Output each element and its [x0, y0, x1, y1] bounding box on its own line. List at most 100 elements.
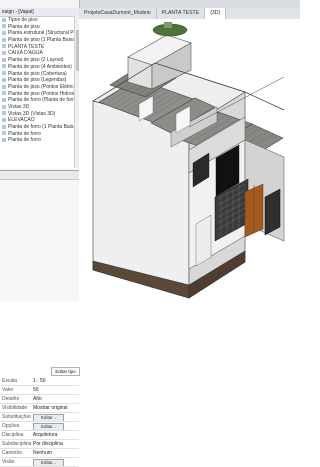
property-value[interactable]: Editar... [31, 413, 79, 421]
property-row: Escala 1 : 50 [0, 377, 79, 386]
property-value: Mostrar original [33, 405, 68, 411]
tree-item-label: Planta de forro (1 Planta Baixa) [8, 124, 78, 130]
tab-planta-teste[interactable]: PLANTA TESTE [157, 8, 206, 19]
properties-rows: Escala 1 : 50 Valor 50 Detalhe Alto Visibilida… [0, 377, 79, 467]
tree-item[interactable]: Planta de piso (2 Layout) [0, 57, 79, 64]
property-row: Visão Editar... [0, 458, 79, 467]
tree-item-label: Planta estrutural (Structural Plan) [8, 30, 79, 37]
tree-item-label: CAIXA D'ÁGUA [8, 50, 43, 57]
property-key: Valor [2, 387, 14, 393]
tree-item[interactable]: Planta de piso (Cobertura) [0, 71, 79, 78]
tab-3d[interactable]: {3D} [205, 8, 227, 19]
edit-button[interactable]: Editar... [33, 414, 65, 421]
view-icon [2, 84, 6, 89]
view-icon [2, 31, 6, 36]
tree-item-label: ELEVAÇÃO [8, 117, 35, 124]
tree-item-label: Planta de piso (Pontos Hidrossanitários) [8, 90, 79, 97]
tree-item[interactable]: Planta de piso (Pontos Elétricos) [0, 84, 79, 91]
tree-item-label: Planta de piso (Cobertura) [8, 70, 67, 77]
tree-item[interactable]: Planta de forro [0, 137, 79, 144]
property-row: Subdisciplina Por disciplina [0, 440, 79, 449]
tree-item[interactable]: Planta de piso (Legendas) [0, 77, 79, 84]
property-value: 1 : 50 [33, 378, 46, 384]
project-browser-tree[interactable]: Tipos de piso Planta de piso Planta estrut… [0, 17, 79, 169]
property-key: Visão [2, 459, 15, 465]
view-icon [2, 51, 6, 56]
tree-item-label: Tipos de piso [8, 17, 38, 23]
property-key: Escala [2, 378, 18, 384]
tree-item-label: Planta de forro [8, 130, 41, 137]
tree-item[interactable]: CAIXA D'ÁGUA [0, 50, 79, 57]
tree-item[interactable]: Vistas 3D (Vistas 3D) [0, 111, 79, 118]
view-icon [2, 104, 6, 109]
tree-item[interactable]: Planta de piso [0, 24, 79, 31]
property-row: Opções Editar... [0, 422, 79, 431]
view-icon [2, 124, 6, 129]
property-value: Por disciplina [33, 441, 63, 447]
view-icon [2, 138, 6, 143]
property-value[interactable]: Editar... [31, 422, 79, 430]
view-icon [2, 71, 6, 76]
property-value: Arquitetura [33, 432, 58, 438]
tree-item-label: Planta de piso (Legendas) [8, 77, 67, 84]
tree-item[interactable]: PLANTA TESTE [0, 44, 79, 51]
tree-item[interactable]: Tipos de piso [0, 17, 79, 24]
tree-item[interactable]: Planta de forro [0, 131, 79, 138]
view-icon [2, 77, 6, 82]
view-icon [2, 17, 6, 22]
view-icon [2, 44, 6, 49]
tree-item[interactable]: Vistas 3D [0, 104, 79, 111]
property-key: Disciplina [2, 432, 24, 438]
tree-item[interactable]: Planta de piso (4 Ambientes) [0, 64, 79, 71]
tree-item[interactable]: Planta de forro (Planta de forro) [0, 97, 79, 104]
tree-item-label: PLANTA TESTE [8, 43, 45, 50]
tree-item-label: Planta de piso (2 Layout) [8, 57, 64, 64]
property-row: Caminho Nenhum [0, 449, 79, 458]
tree-item[interactable]: Planta de forro (1 Planta Baixa) [0, 124, 79, 131]
tree-item-label: Planta de forro (Planta de forro) [8, 97, 79, 104]
tree-item-label: Planta de piso [8, 23, 40, 30]
property-key: Caminho [2, 450, 23, 456]
tab-project[interactable]: ProjetoCasaDumont_Modelo [79, 8, 157, 19]
tree-item-label: Planta de piso (Pontos Elétricos) [8, 83, 79, 90]
property-key: Subdisciplina [2, 441, 31, 447]
tree-item-label: Planta de forro [8, 137, 41, 144]
edit-type-button[interactable]: Editar tipo [51, 367, 80, 376]
property-value: 50 [33, 387, 39, 393]
tree-item-label: Planta de piso (4 Ambientes) [8, 63, 72, 70]
property-key: Opções [2, 423, 20, 429]
edit-button[interactable]: Editar... [33, 423, 65, 430]
tree-item-label: Vistas 3D [8, 103, 30, 110]
properties-panel: Editar tipo Escala 1 : 50 Valor 50 Detalhe Al… [0, 170, 80, 467]
properties-header [0, 171, 79, 180]
view-icon [2, 64, 6, 69]
property-row: Detalhe Alto [0, 395, 79, 404]
property-key: Visibilidade [2, 405, 28, 411]
edit-button[interactable]: Editar... [33, 459, 65, 466]
property-key: Substituições [2, 414, 31, 420]
window-title: esign - [Vapai] [2, 9, 34, 15]
view-icon [2, 24, 6, 29]
view-icon [2, 97, 6, 102]
property-row: Substituições Editar... [0, 413, 79, 422]
tree-item-label: Vistas 3D (Vistas 3D) [8, 110, 56, 117]
view-icon [2, 57, 6, 62]
view-icon [2, 131, 6, 136]
tree-item[interactable]: Planta estrutural (Structural Plan) [0, 30, 79, 37]
property-row: Visibilidade Mostrar original [0, 404, 79, 413]
tree-item[interactable]: Planta de piso (Pontos Hidrossanitários) [0, 91, 79, 98]
project-browser-header: esign - [Vapai] [0, 8, 79, 17]
property-row: Disciplina Arquitetura [0, 431, 79, 440]
tree-item-label: Planta de piso (1 Planta Baixa) [8, 37, 77, 44]
tree-item[interactable]: ELEVAÇÃO [0, 117, 79, 124]
view-icon [2, 117, 6, 122]
house-model-3d [92, 22, 285, 299]
view-icon [2, 111, 6, 116]
3d-view-canvas[interactable] [79, 19, 300, 300]
property-row: Valor 50 [0, 386, 79, 395]
property-value[interactable]: Editar... [31, 458, 79, 466]
view-icon [2, 37, 6, 42]
property-value: Nenhum [33, 450, 52, 456]
property-key: Detalhe [2, 396, 20, 402]
tree-item[interactable]: Planta de piso (1 Planta Baixa) [0, 37, 79, 44]
